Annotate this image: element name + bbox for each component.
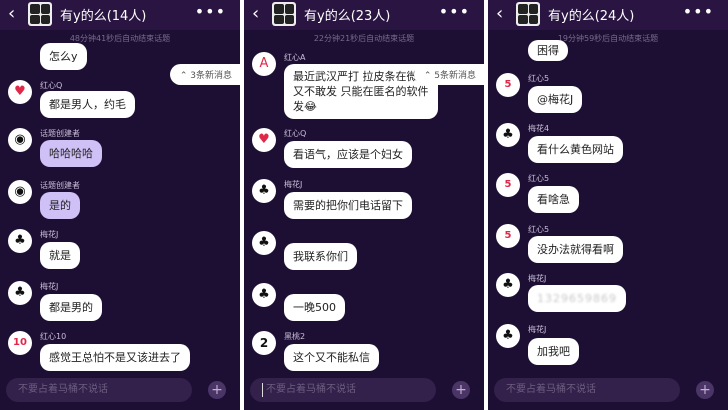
avatar[interactable]: ♥ — [8, 80, 32, 104]
more-options-icon[interactable]: ••• — [683, 2, 714, 21]
message-bubble: @梅花J — [528, 86, 583, 113]
chat-title: 有y的么(23人) — [304, 9, 391, 24]
back-arrow-icon[interactable]: ‹ — [496, 3, 503, 25]
avatar[interactable]: A — [252, 52, 276, 76]
message-bubble: 需要的把你们电话留下 — [284, 192, 412, 219]
avatar[interactable]: 5 — [496, 73, 520, 97]
message-line: 发😂 — [293, 100, 317, 113]
group-avatar-icon — [272, 2, 296, 26]
chat-panel-2: ‹ 有y的么(23人) ••• 22分钟21秒后自动结束话题 A 红心A 最近武… — [244, 0, 484, 410]
message-bubble: 1329659869 — [528, 285, 626, 312]
avatar[interactable]: ♣ — [496, 123, 520, 147]
sender-name: 梅花J — [528, 325, 547, 334]
new-messages-button[interactable]: ⌃ 3条新消息 — [169, 64, 240, 85]
message-bubble: 怎么y — [40, 43, 87, 70]
sender-name: 梅花J — [40, 230, 59, 239]
chat-title: 有y的么(24人) — [548, 9, 635, 24]
sender-name: 红心10 — [40, 332, 67, 341]
topic-timer-notice: 48分钟41秒后自动结束话题 — [69, 34, 171, 43]
more-options-icon[interactable]: ••• — [195, 2, 226, 21]
avatar[interactable]: ♣ — [252, 179, 276, 203]
add-attachment-button[interactable]: + — [208, 381, 226, 399]
chat-footer: 不要占着马桶不说话 + — [0, 372, 240, 410]
sender-name: 红心A — [284, 53, 306, 62]
avatar[interactable]: ◉ — [8, 180, 32, 204]
blurred-phone-number: 1329659869 — [537, 292, 617, 305]
avatar[interactable]: 2 — [252, 331, 276, 355]
message-input[interactable]: 不要占着马桶不说话 — [6, 378, 192, 402]
more-options-icon[interactable]: ••• — [439, 2, 470, 21]
message-bubble: 就是 — [40, 242, 80, 269]
avatar[interactable]: ◉ — [8, 128, 32, 152]
new-messages-button[interactable]: ⌃ 5条新消息 — [413, 64, 484, 85]
topic-timer-notice: 22分钟21秒后自动结束话题 — [313, 34, 415, 43]
sender-name: 梅花J — [284, 180, 303, 189]
sender-name: 黑桃2 — [284, 332, 306, 341]
message-bubble: 都是男人，约毛 — [40, 91, 135, 118]
sender-name: 红心5 — [528, 225, 550, 234]
chat-header: ‹ 有y的么(23人) ••• — [244, 0, 484, 30]
message-input[interactable]: 不要占着马桶不说话 — [494, 378, 680, 402]
sender-name: 梅花J — [528, 274, 547, 283]
message-bubble: 困得 — [528, 40, 568, 61]
group-avatar-icon — [516, 2, 540, 26]
topic-timer-notice: 19分钟59秒后自动结束话题 — [557, 34, 659, 43]
sender-name: 话题创建者 — [40, 181, 80, 190]
sender-name: 红心5 — [528, 174, 550, 183]
sender-name: 话题创建者 — [40, 129, 80, 138]
new-messages-label: 3条新消息 — [190, 71, 232, 81]
message-line: 最近武汉严打 拉皮条在微 — [293, 70, 418, 83]
chat-footer: 不要占着马桶不说话 + — [488, 372, 728, 410]
message-bubble: 看啥急 — [528, 186, 579, 213]
message-bubble: 这个又不能私信 — [284, 344, 379, 371]
message-input[interactable]: 不要占着马桶不说话 — [250, 378, 436, 402]
avatar[interactable]: ♣ — [496, 273, 520, 297]
avatar[interactable]: 10 — [8, 331, 32, 355]
avatar[interactable]: ♣ — [252, 283, 276, 307]
sender-name: 梅花4 — [528, 124, 550, 133]
message-bubble: 都是男的 — [40, 294, 102, 321]
chat-panel-3: ‹ 有y的么(24人) ••• 19分钟59秒后自动结束话题 困得 5 红心5 … — [488, 0, 728, 410]
sender-name: 红心Q — [284, 129, 307, 138]
sender-name: 梅花J — [40, 282, 59, 291]
message-bubble: 没办法就得看啊 — [528, 236, 623, 263]
avatar[interactable]: ♣ — [8, 281, 32, 305]
text-cursor — [262, 383, 263, 397]
avatar[interactable]: ♣ — [496, 324, 520, 348]
message-bubble: 加我吧 — [528, 338, 579, 365]
add-attachment-button[interactable]: + — [696, 381, 714, 399]
chat-header: ‹ 有y的么(24人) ••• — [488, 0, 728, 30]
sender-name: 红心Q — [40, 81, 63, 90]
avatar[interactable]: ♣ — [8, 229, 32, 253]
add-attachment-button[interactable]: + — [452, 381, 470, 399]
chat-panel-1: ‹ 有y的么(14人) ••• 48分钟41秒后自动结束话题 怎么y ⌃ 3条新… — [0, 0, 240, 410]
chat-header: ‹ 有y的么(14人) ••• — [0, 0, 240, 30]
avatar[interactable]: 5 — [496, 173, 520, 197]
new-messages-label: 5条新消息 — [434, 71, 476, 81]
input-placeholder: 不要占着马桶不说话 — [266, 384, 356, 395]
sender-name: 红心5 — [528, 74, 550, 83]
avatar[interactable]: ♥ — [252, 128, 276, 152]
message-bubble: 看什么黄色网站 — [528, 136, 623, 163]
message-line: 又不敢发 只能在匿名的软件 — [293, 85, 429, 98]
avatar[interactable]: 5 — [496, 224, 520, 248]
back-arrow-icon[interactable]: ‹ — [8, 3, 15, 25]
message-bubble: 看语气，应该是个妇女 — [284, 141, 412, 168]
chat-title: 有y的么(14人) — [60, 9, 147, 24]
message-bubble: 我联系你们 — [284, 243, 357, 270]
group-avatar-icon — [28, 2, 52, 26]
message-bubble: 感觉王总怕不是又该进去了 — [40, 344, 190, 371]
back-arrow-icon[interactable]: ‹ — [252, 3, 259, 25]
avatar[interactable]: ♣ — [252, 231, 276, 255]
message-bubble: 是的 — [40, 192, 80, 219]
message-bubble: 一晚500 — [284, 294, 345, 321]
chat-footer: 不要占着马桶不说话 + — [244, 372, 484, 410]
message-bubble: 哈哈哈哈 — [40, 140, 102, 167]
